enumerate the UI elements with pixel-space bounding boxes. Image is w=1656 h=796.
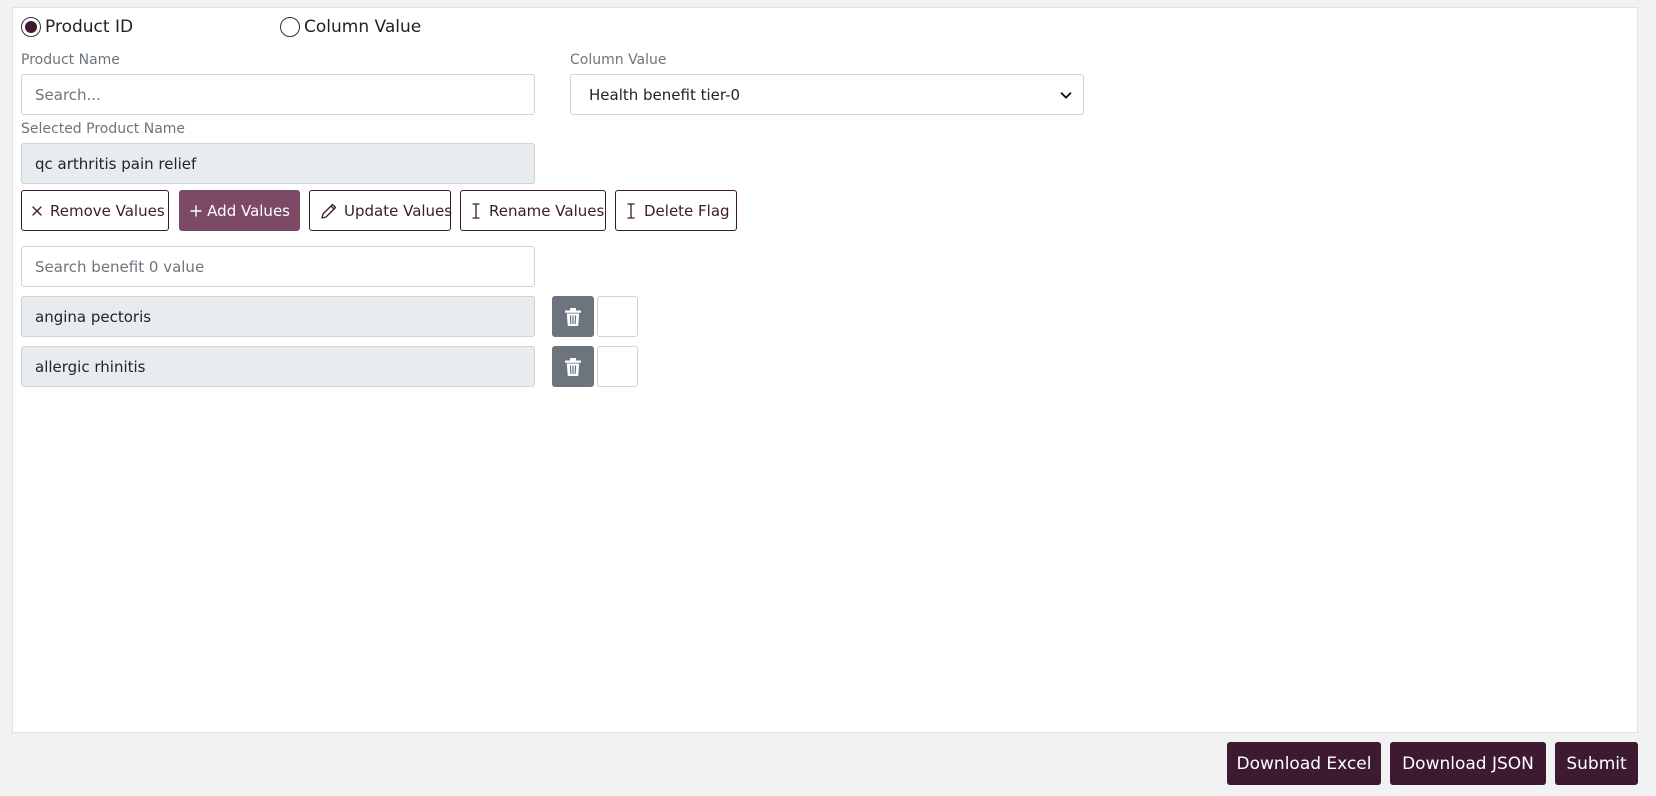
benefit-value-search-input[interactable]: Search benefit 0 value [21,246,535,287]
download-excel-button[interactable]: Download Excel [1227,742,1381,785]
trash-icon [565,357,581,376]
product-name-search-input[interactable]: Search... [21,74,535,115]
radio-product-id-circle[interactable] [21,17,41,37]
delete-value-button[interactable] [552,296,594,337]
chevron-down-icon [1060,91,1072,99]
value-row-field: angina pectoris [21,296,535,337]
update-values-label: Update Values [344,201,453,220]
pencil-icon [319,200,339,222]
radio-column-value[interactable]: Column Value [280,17,421,37]
download-json-button[interactable]: Download JSON [1390,742,1546,785]
value-row-field: allergic rhinitis [21,346,535,387]
add-values-button[interactable]: Add Values [179,190,300,231]
radio-product-id[interactable]: Product ID [21,17,133,37]
submit-button[interactable]: Submit [1555,742,1638,785]
radio-column-value-circle[interactable] [280,17,300,37]
radio-selected-dot [25,21,37,33]
value-flag-checkbox[interactable] [597,296,638,337]
add-values-label: Add Values [207,201,290,220]
delete-value-button[interactable] [552,346,594,387]
remove-values-label: Remove Values [50,201,165,220]
text-cursor-icon [470,200,482,222]
delete-flag-button[interactable]: Delete Flag [615,190,737,231]
rename-values-button[interactable]: Rename Values [460,190,606,231]
text-cursor-icon [625,200,637,222]
column-value-label: Column Value [570,52,667,68]
update-values-button[interactable]: Update Values [309,190,453,231]
column-value-select[interactable]: Health benefit tier-0 [570,74,1084,115]
plus-icon [189,200,203,222]
remove-values-button[interactable]: Remove Values [21,190,169,231]
selected-product-label: Selected Product Name [21,121,186,137]
close-icon [31,200,43,222]
radio-product-id-label: Product ID [45,17,134,37]
column-value-selected: Health benefit tier-0 [589,85,741,104]
value-flag-checkbox[interactable] [597,346,638,387]
product-name-label: Product Name [21,52,120,68]
selected-product-field: qc arthritis pain relief [21,143,535,184]
main-panel: Product ID Column Value Product Name Sea… [12,7,1638,733]
delete-flag-label: Delete Flag [644,201,730,220]
radio-column-value-label: Column Value [304,17,422,37]
rename-values-label: Rename Values [489,201,605,220]
trash-icon [565,307,581,326]
